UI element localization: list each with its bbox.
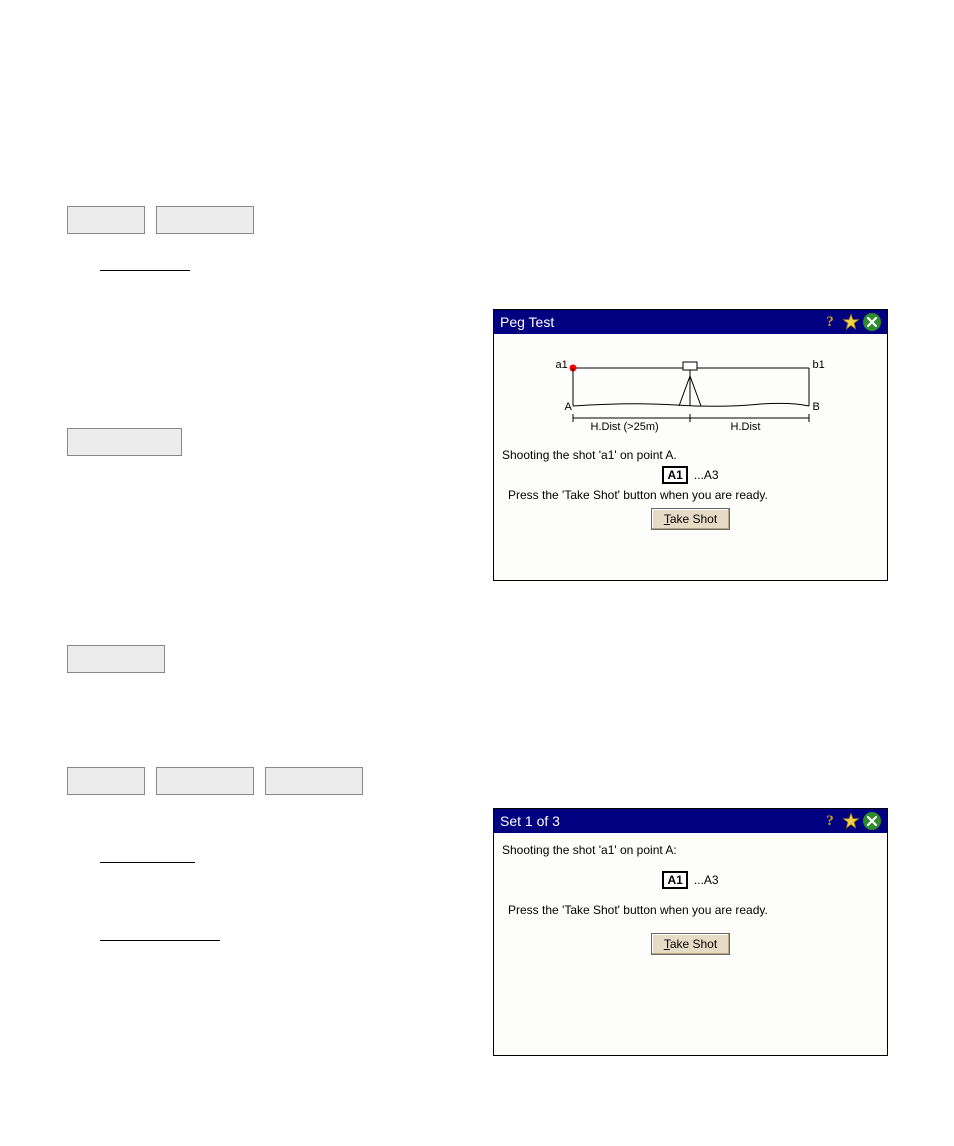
diagram-label-A: A [565,401,572,413]
peg-test-diagram: a1 b1 A B H.Dist (>25m) H.Dist [561,348,821,438]
diagram-label-hdist-left: H.Dist (>25m) [591,421,659,433]
instruction-line-2: Press the 'Take Shot' button when you ar… [502,488,879,502]
doc-button[interactable] [156,767,254,795]
take-shot-button[interactable]: Take Shot [651,933,730,955]
set-panel: Set 1 of 3 ? Shooting the shot 'a1' on p… [493,808,888,1056]
take-shot-button[interactable]: Take Shot [651,508,730,530]
underline [100,270,190,271]
titlebar: Set 1 of 3 ? [494,809,887,833]
doc-button[interactable] [67,206,145,234]
titlebar: Peg Test ? [494,310,887,334]
diagram-label-hdist-right: H.Dist [731,421,761,433]
remaining-shots: ...A3 [694,873,719,887]
current-shot-box: A1 [662,871,687,889]
help-icon[interactable]: ? [821,313,839,331]
diagram-label-B: B [813,401,820,413]
diagram-label-a1: a1 [556,359,568,371]
remaining-shots: ...A3 [694,468,719,482]
doc-button[interactable] [67,428,182,456]
doc-button[interactable] [67,767,145,795]
instruction-line-2: Press the 'Take Shot' button when you ar… [502,903,879,917]
instruction-line-1: Shooting the shot 'a1' on point A: [502,843,879,857]
diagram-label-b1: b1 [813,359,825,371]
shot-sequence: A1 ...A3 [502,466,879,484]
underline [100,940,220,941]
panel-title: Peg Test [500,314,818,330]
doc-button[interactable] [67,645,165,673]
close-icon[interactable] [863,313,881,331]
shot-sequence: A1 ...A3 [502,871,879,889]
peg-test-panel: Peg Test ? [493,309,888,581]
current-shot-box: A1 [662,466,687,484]
doc-button[interactable] [265,767,363,795]
underline [100,862,195,863]
help-icon[interactable]: ? [821,812,839,830]
favorite-icon[interactable] [842,812,860,830]
favorite-icon[interactable] [842,313,860,331]
close-icon[interactable] [863,812,881,830]
instruction-line-1: Shooting the shot 'a1' on point A. [502,448,879,462]
doc-button[interactable] [156,206,254,234]
panel-title: Set 1 of 3 [500,813,818,829]
